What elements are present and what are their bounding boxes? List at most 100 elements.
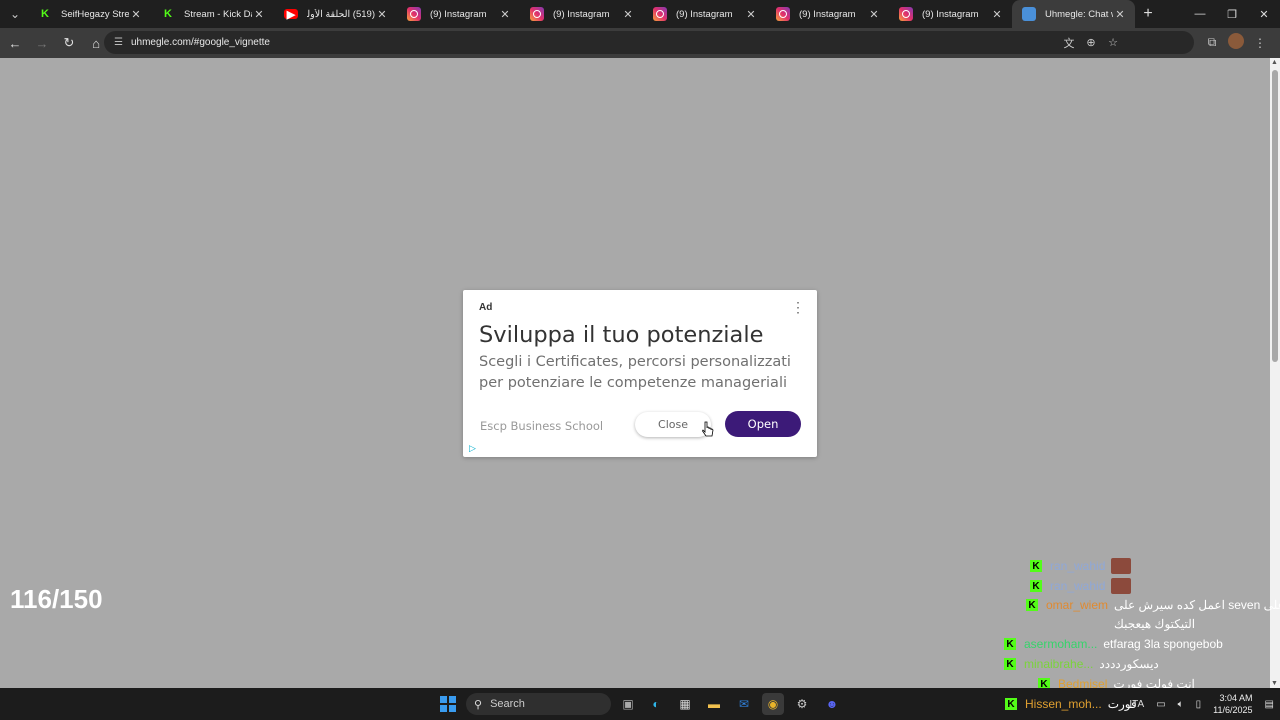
- address-bar[interactable]: ☰ uhmegle.com/#google_vignette 文 ⊕ ☆: [104, 31, 1194, 54]
- close-icon[interactable]: ✕: [1113, 8, 1127, 21]
- chat-text: etfarag 3la spongebob: [1103, 637, 1223, 651]
- chat-text: التيكتوك هيعجبك: [1114, 617, 1196, 631]
- zoom-icon[interactable]: ⊕: [1080, 36, 1102, 49]
- close-icon[interactable]: ✕: [990, 8, 1004, 21]
- tab[interactable]: K SeifHegazy Stream - K ✕: [28, 0, 151, 28]
- progress-counter: 116/150: [10, 584, 103, 614]
- task-view-icon[interactable]: ▣: [617, 693, 639, 715]
- youtube-icon: ▶: [284, 9, 298, 21]
- close-icon[interactable]: ✕: [744, 8, 758, 21]
- clock-time: 3:04 AM: [1219, 693, 1253, 703]
- kick-icon: K: [1030, 580, 1042, 592]
- close-icon[interactable]: ✕: [129, 8, 143, 21]
- file-explorer-icon[interactable]: ▬: [703, 693, 725, 715]
- forward-icon[interactable]: →: [30, 31, 54, 55]
- battery-icon[interactable]: ▯: [1196, 699, 1202, 710]
- mouse-cursor-icon: [702, 421, 714, 437]
- scroll-up-icon[interactable]: ▲: [1271, 59, 1278, 66]
- extensions-icon[interactable]: ⧉: [1200, 35, 1224, 50]
- volume-icon[interactable]: 🔈︎: [1178, 699, 1184, 710]
- kick-icon: K: [164, 8, 172, 20]
- menu-icon[interactable]: ⋮: [1248, 36, 1272, 50]
- taskbar-search[interactable]: ⚲ Search: [466, 693, 611, 715]
- browser-toolbar: ← → ↻ ⌂ ☰ uhmegle.com/#google_vignette 文…: [0, 28, 1280, 58]
- reload-icon[interactable]: ↻: [57, 31, 81, 55]
- window-controls: — ❐ ✕: [1184, 0, 1280, 28]
- chat-username: asermoham...: [1024, 637, 1098, 651]
- open-button[interactable]: Open: [725, 411, 801, 437]
- ad-headline[interactable]: Sviluppa il tuo potenziale: [479, 322, 763, 348]
- windows-start-icon[interactable]: [440, 696, 456, 712]
- close-icon[interactable]: ✕: [498, 8, 512, 21]
- close-window-icon[interactable]: ✕: [1248, 0, 1280, 28]
- kick-icon: K: [1005, 698, 1017, 710]
- search-placeholder: Search: [490, 698, 525, 710]
- url-text[interactable]: uhmegle.com/#google_vignette: [131, 37, 270, 48]
- tab-title: Uhmegle: Chat with S: [1045, 8, 1113, 20]
- chat-username: ran_wahid: [1050, 579, 1106, 593]
- tab-active[interactable]: Uhmegle: Chat with S ✕: [1012, 0, 1135, 28]
- close-icon[interactable]: ✕: [621, 8, 635, 21]
- tab[interactable]: (9) Instagram ✕: [520, 0, 643, 28]
- clock[interactable]: 3:04 AM 11/6/2025: [1213, 692, 1252, 716]
- discord-icon[interactable]: ☻: [821, 693, 843, 715]
- adchoices-icon[interactable]: ▷: [469, 443, 476, 454]
- translate-icon[interactable]: 文: [1058, 35, 1080, 51]
- ad-advertiser[interactable]: Escp Business School: [480, 419, 603, 433]
- network-icon[interactable]: ▭: [1156, 699, 1165, 710]
- edge-icon[interactable]: ◐: [645, 693, 667, 715]
- profile-avatar[interactable]: [1224, 33, 1248, 52]
- scrollbar-thumb[interactable]: [1272, 70, 1278, 362]
- close-button[interactable]: Close: [635, 412, 711, 437]
- tab[interactable]: ▶ (519) الحلقة الأولى | ... ✕: [274, 0, 397, 28]
- app-icon[interactable]: ⚙: [791, 693, 813, 715]
- back-icon[interactable]: ←: [3, 31, 27, 55]
- new-tab-button[interactable]: +: [1135, 5, 1161, 23]
- instagram-icon: [776, 7, 790, 21]
- bookmark-star-icon[interactable]: ☆: [1102, 36, 1124, 49]
- tab-title: (9) Instagram: [676, 8, 733, 20]
- kick-icon: K: [1004, 638, 1016, 650]
- close-icon[interactable]: ✕: [252, 8, 266, 21]
- tab[interactable]: K Stream - Kick Dashbo ✕: [151, 0, 274, 28]
- chrome-icon[interactable]: ◉: [762, 693, 784, 715]
- chevron-down-icon[interactable]: ⌄: [2, 3, 28, 25]
- tab-title: Stream - Kick Dashbo: [184, 8, 252, 20]
- chat-text: ديسكوردددد: [1099, 657, 1159, 671]
- restore-icon[interactable]: ❐: [1216, 0, 1248, 28]
- chat-message: K ran_wahid: [1030, 558, 1132, 574]
- kick-icon: K: [1004, 658, 1016, 670]
- close-icon[interactable]: ✕: [867, 8, 881, 21]
- tab[interactable]: (9) Instagram ✕: [766, 0, 889, 28]
- taskbar: ⚲ Search ▣ ◐ ▦ ▬ ✉ ◉ ⚙ ☻ K Hissen_moh...…: [0, 688, 1280, 720]
- close-icon[interactable]: ✕: [375, 8, 389, 21]
- notifications-icon[interactable]: ▤: [1265, 699, 1274, 710]
- store-icon[interactable]: ▦: [674, 693, 696, 715]
- tab[interactable]: (9) Instagram ✕: [889, 0, 1012, 28]
- tab[interactable]: (9) Instagram ✕: [643, 0, 766, 28]
- chat-username: ran_wahid: [1050, 559, 1106, 573]
- chat-username: minaibrahe...: [1024, 657, 1094, 671]
- language-indicator[interactable]: ITA: [1129, 699, 1144, 710]
- ad-body[interactable]: Scegli i Certificates, percorsi personal…: [479, 352, 804, 394]
- ad-vignette: Ad ⋮ Sviluppa il tuo potenziale Scegli i…: [463, 290, 817, 457]
- kick-icon: K: [41, 8, 49, 20]
- tab-strip: ⌄ K SeifHegazy Stream - K ✕ K Stream - K…: [0, 0, 1280, 28]
- more-options-icon[interactable]: ⋮: [791, 300, 805, 314]
- chat-text: على seven اعمل كده سيرش على: [1114, 598, 1280, 612]
- chat-username: Hissen_moh...: [1025, 697, 1102, 711]
- system-tray: ITA ▭ 🔈︎ ▯ 3:04 AM 11/6/2025 ▤: [1123, 688, 1280, 720]
- toolbar-right: ⧉ ⋮: [1200, 31, 1272, 54]
- outlook-icon[interactable]: ✉: [733, 693, 755, 715]
- avatar: [1228, 33, 1244, 49]
- tab[interactable]: (9) Instagram ✕: [397, 0, 520, 28]
- chat-message: K minaibrahe... ديسكوردددد: [1004, 657, 1159, 671]
- instagram-icon: [899, 7, 913, 21]
- instagram-icon: [407, 7, 421, 21]
- site-info-icon[interactable]: ☰: [114, 37, 123, 48]
- kick-icon: K: [1030, 560, 1042, 572]
- minimize-icon[interactable]: —: [1184, 0, 1216, 28]
- clock-date: 11/6/2025: [1213, 705, 1253, 715]
- chat-message: K ran_wahid: [1030, 578, 1132, 594]
- kick-icon: K: [1026, 599, 1038, 611]
